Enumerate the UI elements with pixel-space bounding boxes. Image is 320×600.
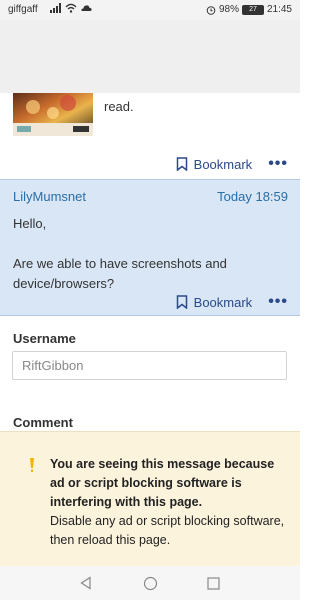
adblock-warning-banner: You are seeing this message because ad o… [0, 431, 300, 566]
back-icon[interactable] [77, 574, 95, 592]
bookmark-icon[interactable] [176, 157, 188, 171]
bookmark-icon[interactable] [176, 295, 188, 309]
wifi-icon [65, 3, 77, 13]
post-highlighted: LilyMumsnet Today 18:59 Hello, Are we ab… [0, 179, 300, 316]
post-text-fragment: read. [104, 99, 134, 114]
carrier-name: giffgaff [8, 4, 38, 15]
cloud-icon [81, 5, 92, 11]
username-label: Username [13, 331, 76, 346]
post2-actions: Bookmark ••• [176, 293, 288, 311]
post-author[interactable]: LilyMumsnet [13, 189, 86, 204]
post-line-question: Are we able to have screenshots and devi… [13, 256, 227, 291]
more-icon[interactable]: ••• [268, 293, 288, 311]
post1-actions: Bookmark ••• [176, 155, 288, 173]
status-right: 98% 27 21:45 [206, 4, 292, 15]
more-icon[interactable]: ••• [268, 155, 288, 173]
bookmark-button[interactable]: Bookmark [194, 157, 253, 172]
post-body: Hello, Are we able to have screenshots a… [13, 214, 283, 294]
post-previous: read. Bookmark ••• [0, 93, 300, 179]
clock: 21:45 [266, 4, 292, 15]
reply-form: Username Comment [0, 316, 300, 431]
ad-slot-placeholder [0, 20, 300, 93]
adblock-message: You are seeing this message because ad o… [50, 455, 290, 550]
signal-icon [50, 3, 61, 13]
adblock-message-bold: You are seeing this message because ad o… [50, 457, 275, 509]
post-thumbnail[interactable] [13, 93, 93, 136]
status-icons [50, 3, 92, 13]
post-timestamp[interactable]: Today 18:59 [217, 189, 288, 204]
battery-icon: 27 [241, 4, 264, 15]
post-line-greeting: Hello, [13, 216, 47, 231]
alarm-icon [206, 5, 216, 15]
comment-label: Comment [13, 415, 73, 430]
system-nav-bar [0, 566, 300, 600]
username-field[interactable] [12, 351, 287, 380]
home-icon[interactable] [141, 574, 159, 592]
adblock-message-instructions: Disable any ad or script blocking softwa… [50, 514, 285, 547]
battery-percent: 98% [218, 4, 239, 15]
status-bar: giffgaff 98% 27 21:45 [0, 0, 300, 20]
bookmark-button[interactable]: Bookmark [194, 295, 253, 310]
recents-icon[interactable] [204, 574, 222, 592]
warning-icon [30, 458, 34, 472]
